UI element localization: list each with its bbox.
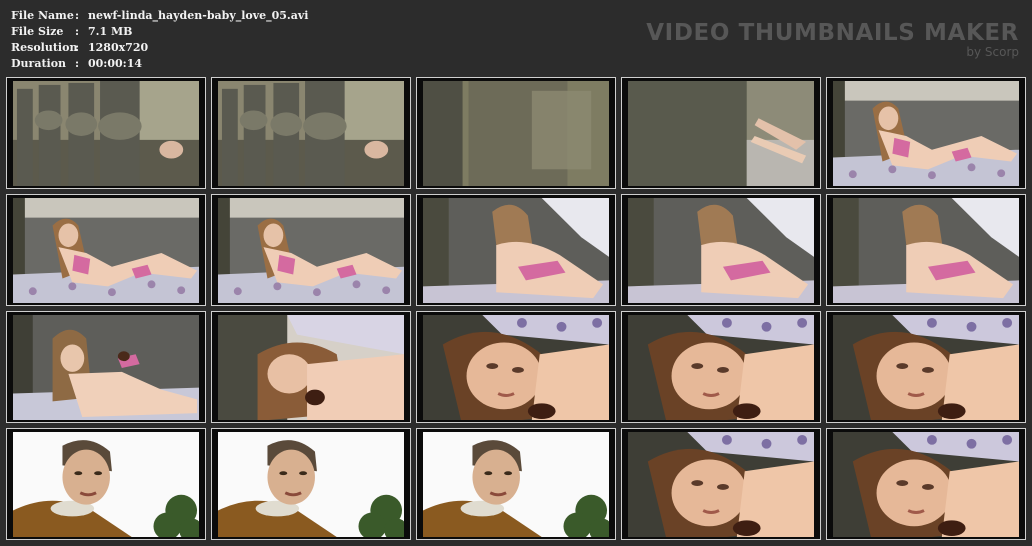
thumbnail-frame-image: [833, 198, 1019, 303]
thumbnail-frame-image: [218, 81, 404, 186]
info-value: 1280x720: [88, 41, 149, 54]
info-key: Duration: [11, 57, 67, 70]
info-value: newf-linda_hayden-baby_love_05.avi: [88, 9, 309, 22]
thumbnail-frame-image: [13, 198, 199, 303]
thumbnail-frame-image: [13, 315, 199, 420]
info-row-resolution: Resolution : 1280x720: [11, 40, 308, 56]
info-row-file-size: File Size : 7.1 MB: [11, 24, 308, 40]
thumbnail-frame-image: [13, 81, 199, 186]
video-thumbnail: [211, 428, 411, 540]
thumbnail-frame-image: [628, 198, 814, 303]
video-thumbnail: [6, 428, 206, 540]
info-key: File Name: [11, 9, 74, 22]
thumbnail-frame-image: [628, 315, 814, 420]
video-thumbnail: [416, 311, 616, 423]
video-thumbnail: [621, 428, 821, 540]
thumbnail-frame-image: [628, 81, 814, 186]
video-thumbnail: [621, 194, 821, 306]
thumbnail-frame-image: [423, 198, 609, 303]
info-separator: :: [75, 25, 80, 38]
video-thumbnail: [826, 194, 1026, 306]
file-info: File Name : newf-linda_hayden-baby_love_…: [11, 8, 308, 72]
video-thumbnail: [211, 77, 411, 189]
thumbnail-frame-image: [833, 81, 1019, 186]
video-thumbnail: [211, 194, 411, 306]
info-value: 00:00:14: [88, 57, 143, 70]
video-thumbnail: [621, 77, 821, 189]
thumbnail-frame-image: [833, 432, 1019, 537]
info-key: File Size: [11, 25, 64, 38]
video-thumbnail: [416, 428, 616, 540]
thumbnail-frame-image: [13, 432, 199, 537]
watermark-title: VIDEO THUMBNAILS MAKER: [646, 20, 1019, 46]
thumbnail-frame-image: [628, 432, 814, 537]
info-separator: :: [75, 9, 80, 22]
thumbnail-frame-image: [218, 198, 404, 303]
video-thumbnail: [826, 428, 1026, 540]
watermark-subtitle: by Scorp: [966, 45, 1019, 59]
info-separator: :: [75, 41, 80, 54]
video-thumbnail: [826, 77, 1026, 189]
video-thumbnail: [826, 311, 1026, 423]
video-thumbnail: [416, 77, 616, 189]
info-row-duration: Duration : 00:00:14: [11, 56, 308, 72]
thumbnail-grid: [6, 77, 1026, 540]
video-thumbnail: [211, 311, 411, 423]
info-separator: :: [75, 57, 80, 70]
video-thumbnail: [6, 77, 206, 189]
video-thumbnail: [416, 194, 616, 306]
watermark-logo: VIDEO THUMBNAILS MAKER by Scorp: [646, 20, 1019, 59]
info-value: 7.1 MB: [88, 25, 133, 38]
thumbnail-frame-image: [218, 432, 404, 537]
video-thumbnail: [6, 311, 206, 423]
header: File Name : newf-linda_hayden-baby_love_…: [0, 0, 1032, 74]
thumbnail-frame-image: [423, 432, 609, 537]
thumbnail-frame-image: [218, 315, 404, 420]
info-key: Resolution: [11, 41, 78, 54]
thumbnail-frame-image: [423, 81, 609, 186]
thumbnail-frame-image: [833, 315, 1019, 420]
info-row-file-name: File Name : newf-linda_hayden-baby_love_…: [11, 8, 308, 24]
thumbnail-frame-image: [423, 315, 609, 420]
video-thumbnail: [621, 311, 821, 423]
video-thumbnail: [6, 194, 206, 306]
